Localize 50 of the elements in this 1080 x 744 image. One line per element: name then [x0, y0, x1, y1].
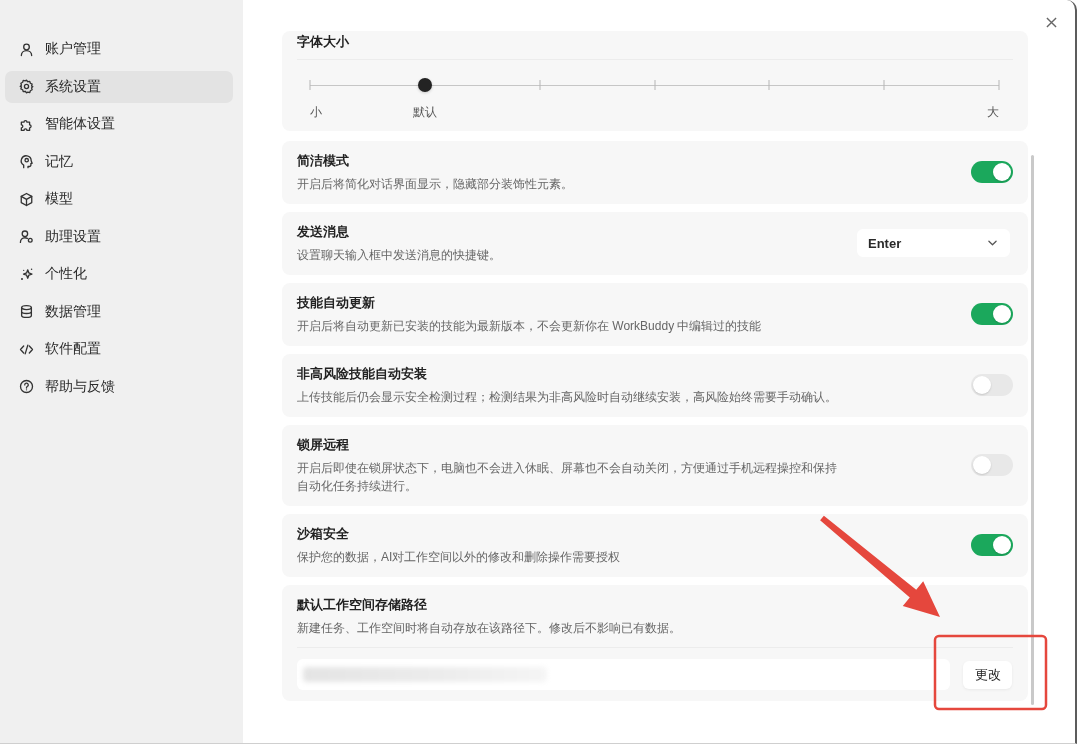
slider-label: 小	[310, 104, 322, 120]
person-circle-icon	[19, 229, 34, 244]
setting-description: 设置聊天输入框中发送消息的快捷键。	[297, 247, 502, 264]
slider-label: 大	[987, 104, 999, 120]
slider-label: 默认	[412, 104, 437, 120]
sidebar-item[interactable]: 数据管理	[5, 295, 233, 328]
close-icon	[1045, 16, 1057, 28]
slider-track[interactable]	[310, 79, 999, 91]
setting-title: 简洁模式	[297, 152, 350, 170]
setting-description: 开启后即使在锁屏状态下，电脑也不会进入休眠、屏幕也不会自动关闭，方便通过手机远程操控和保持自动化任务持续进行。	[297, 460, 838, 495]
setting-title: 字体大小	[297, 33, 350, 51]
setting-title: 默认工作空间存储路径	[297, 596, 428, 614]
setting-title: 非高风险技能自动安装	[297, 365, 428, 383]
person-icon	[19, 41, 34, 57]
chevron-down-icon	[988, 240, 997, 246]
toggle-switch[interactable]	[971, 454, 1013, 476]
cube-icon	[19, 191, 34, 207]
setting-description: 上传技能后仍会显示安全检测过程；检测结果为非高风险时自动继续安装，高风险始终需要手动确认。	[297, 389, 838, 406]
toggle-switch[interactable]	[971, 161, 1013, 183]
toggle-switch[interactable]	[971, 534, 1013, 556]
setting-title: 技能自动更新	[297, 294, 376, 312]
sidebar-item[interactable]: 助理设置	[5, 220, 233, 253]
sidebar-item[interactable]: 个性化	[5, 258, 233, 290]
sidebar-item[interactable]: 软件配置	[5, 333, 233, 365]
sidebar-item[interactable]: 帮助与反馈	[5, 370, 233, 403]
sidebar-item[interactable]: 模型	[5, 183, 233, 215]
setting-description: 新建任务、工作空间时将自动存放在该路径下。修改后不影响已有数据。	[297, 620, 682, 637]
sidebar-item[interactable]: 系统设置	[5, 70, 233, 103]
slider-thumb[interactable]	[417, 78, 432, 92]
question-circle-icon	[19, 379, 34, 394]
setting-description: 保护您的数据，AI对工作空间以外的修改和删除操作需要授权	[297, 549, 622, 566]
setting-title: 发送消息	[297, 223, 350, 241]
toggle-switch[interactable]	[971, 374, 1013, 396]
scrollbar-thumb[interactable]	[1031, 155, 1034, 705]
sparkle-icon	[19, 266, 34, 282]
shortcut-dropdown[interactable]: Enter	[857, 229, 1010, 257]
change-button[interactable]: 更改	[963, 660, 1012, 689]
toggle-switch[interactable]	[971, 303, 1013, 325]
head-icon	[19, 154, 34, 169]
sidebar-item[interactable]: 记忆	[5, 145, 233, 178]
sidebar-item[interactable]: 智能体设置	[5, 108, 233, 140]
code-icon	[19, 341, 34, 357]
path-input-field[interactable]	[297, 659, 950, 690]
database-icon	[19, 304, 34, 319]
setting-description: 开启后将自动更新已安装的技能为最新版本，不会更新你在 WorkBuddy 中编辑过的技能	[297, 318, 763, 335]
settings-icon	[19, 79, 34, 94]
setting-title: 锁屏远程	[297, 436, 350, 454]
sidebar-item[interactable]: 账户管理	[5, 33, 233, 65]
setting-title: 沙箱安全	[297, 525, 350, 543]
setting-description: 开启后将简化对话界面显示，隐藏部分装饰性元素。	[297, 176, 574, 193]
